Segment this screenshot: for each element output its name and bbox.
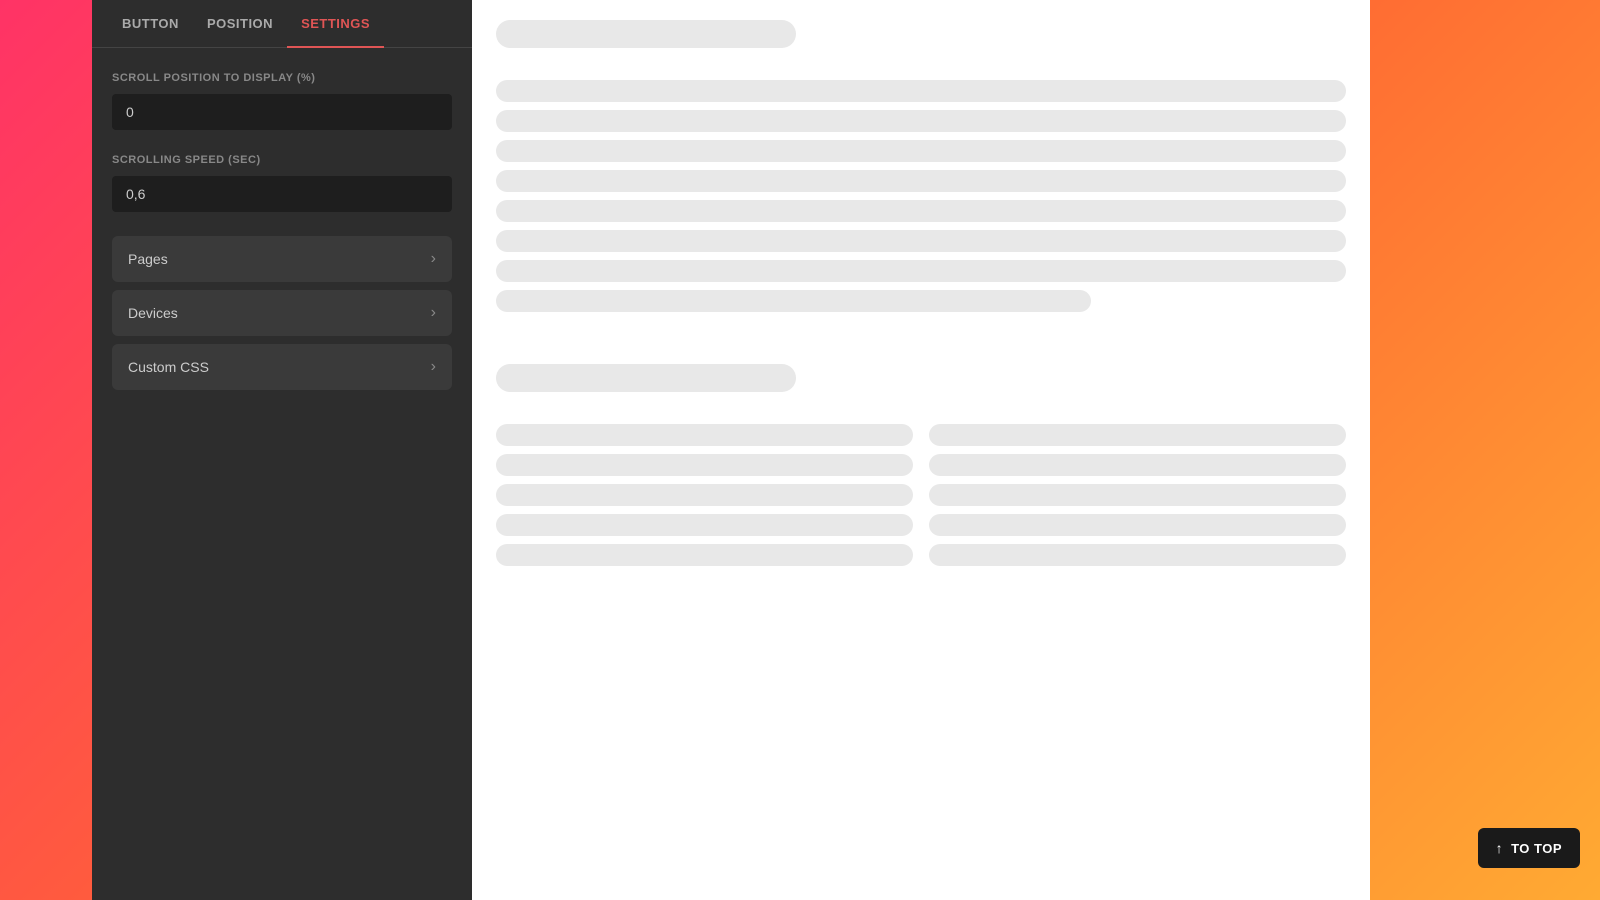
to-top-label: TO TOP <box>1511 841 1562 856</box>
chevron-right-icon: › <box>431 250 436 268</box>
skeleton-row <box>496 110 1346 132</box>
arrow-up-icon: ↑ <box>1496 840 1504 856</box>
skeleton-row <box>496 514 913 536</box>
accordion-custom-css[interactable]: Custom CSS › <box>112 344 452 390</box>
accordion-pages[interactable]: Pages › <box>112 236 452 282</box>
scrolling-speed-label: SCROLLING SPEED (SEC) <box>112 154 452 166</box>
accordion-custom-css-label: Custom CSS <box>128 359 209 375</box>
tab-position[interactable]: POSITION <box>193 0 287 47</box>
skeleton-row <box>496 20 796 48</box>
left-panel: BUTTON POSITION SETTINGS SCROLL POSITION… <box>92 0 472 900</box>
accordion-devices[interactable]: Devices › <box>112 290 452 336</box>
skeleton-col-left <box>496 424 913 566</box>
skeleton-row <box>496 260 1346 282</box>
accordion-pages-label: Pages <box>128 251 168 267</box>
skeleton-row <box>496 364 796 392</box>
skeleton-row <box>496 230 1346 252</box>
skeleton-two-col <box>496 424 1346 566</box>
skeleton-row <box>496 80 1346 102</box>
scroll-position-input[interactable] <box>112 94 452 130</box>
tab-bar: BUTTON POSITION SETTINGS <box>92 0 472 48</box>
skeleton-row <box>496 200 1346 222</box>
skeleton-row <box>929 424 1346 446</box>
skeleton-row <box>929 484 1346 506</box>
skeleton-row <box>496 454 913 476</box>
skeleton-col-right <box>929 424 1346 566</box>
skeleton-row <box>496 484 913 506</box>
accordion-devices-label: Devices <box>128 305 178 321</box>
right-content <box>472 0 1370 900</box>
panel-content: SCROLL POSITION TO DISPLAY (%) SCROLLING… <box>92 48 472 900</box>
skeleton-row <box>496 170 1346 192</box>
skeleton-row <box>496 544 913 566</box>
skeleton-row <box>496 424 913 446</box>
scrolling-speed-input[interactable] <box>112 176 452 212</box>
scroll-position-label: SCROLL POSITION TO DISPLAY (%) <box>112 72 452 84</box>
skeleton-row <box>929 454 1346 476</box>
chevron-right-icon: › <box>431 358 436 376</box>
to-top-button[interactable]: ↑ TO TOP <box>1478 828 1580 868</box>
tab-settings[interactable]: SETTINGS <box>287 0 384 47</box>
skeleton-row <box>496 140 1346 162</box>
skeleton-row <box>929 544 1346 566</box>
tab-button[interactable]: BUTTON <box>108 0 193 47</box>
chevron-right-icon: › <box>431 304 436 322</box>
skeleton-row <box>929 514 1346 536</box>
skeleton-row <box>496 290 1091 312</box>
